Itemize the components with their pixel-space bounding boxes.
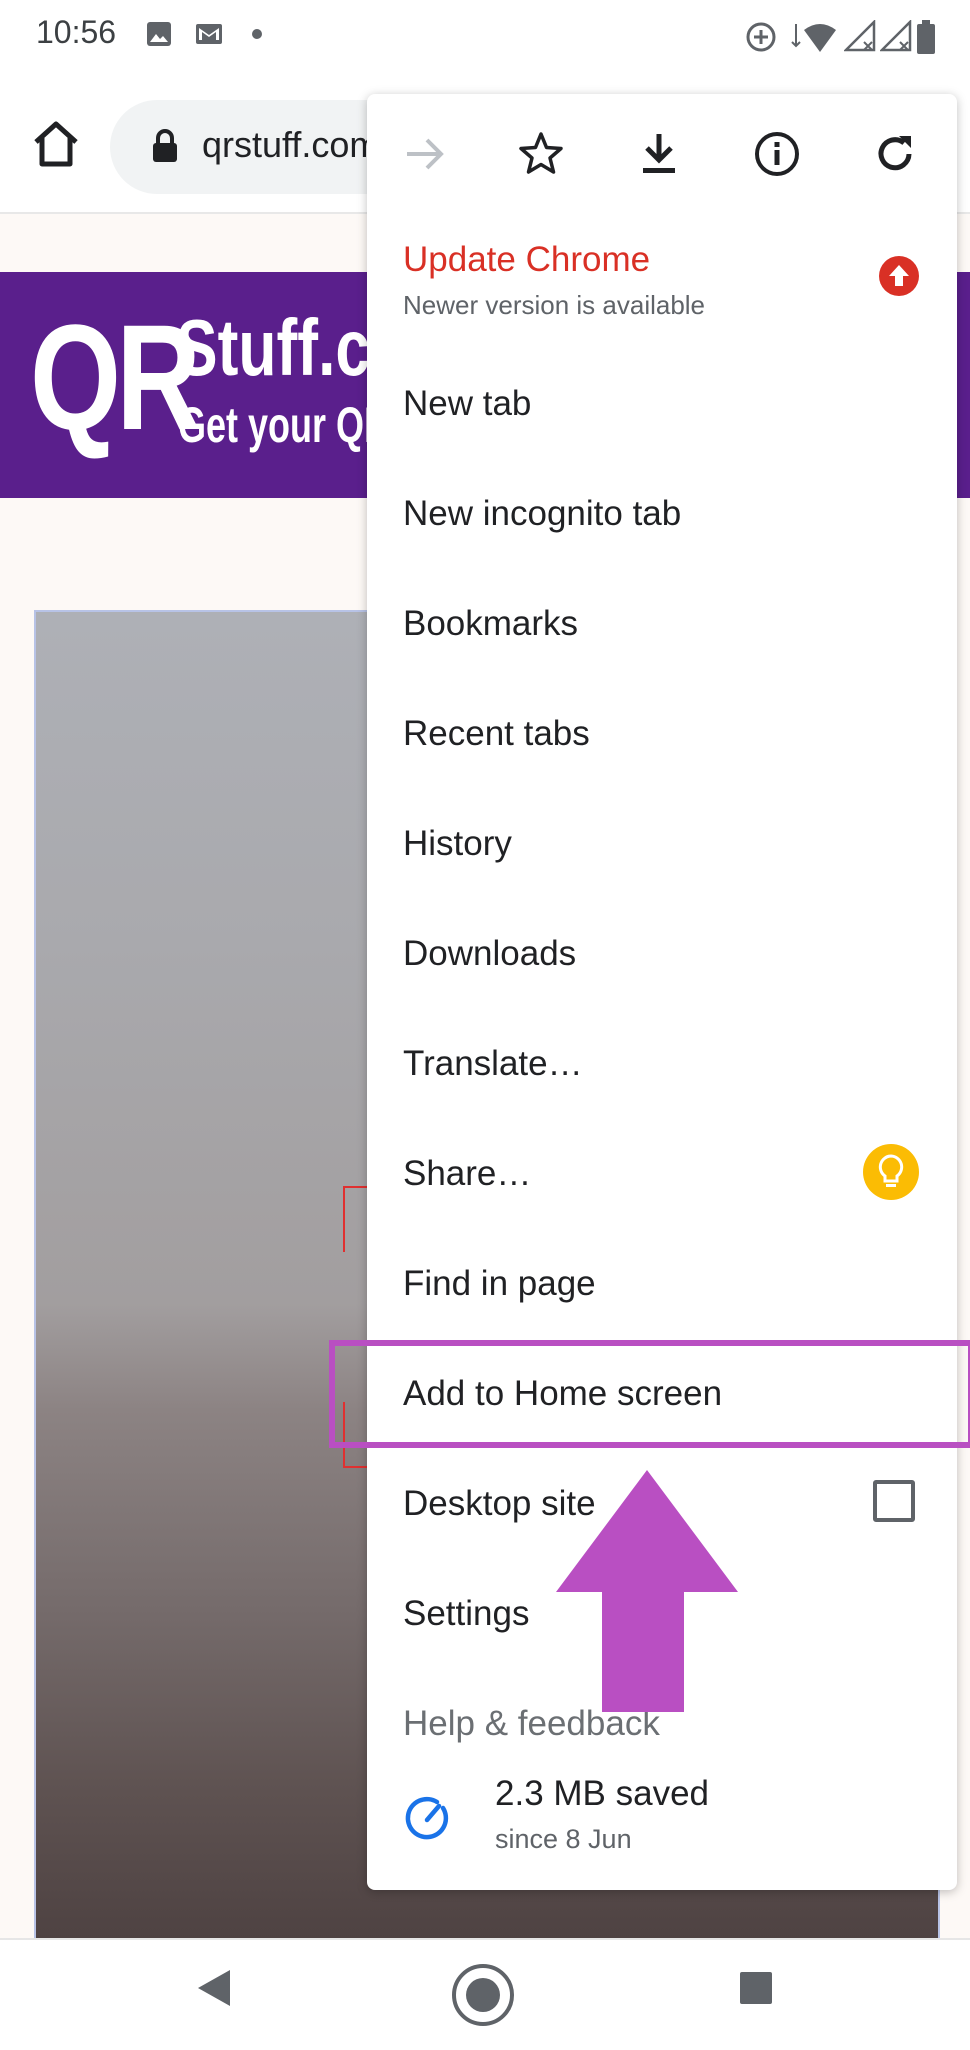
lock-icon: [153, 129, 177, 162]
highlight-box: [329, 1340, 970, 1448]
refresh-icon[interactable]: [871, 130, 919, 178]
menu-item-bookmarks[interactable]: Bookmarks: [403, 604, 578, 644]
up-arrow-annotation-icon: [556, 1470, 738, 1712]
menu-item-settings[interactable]: Settings: [403, 1594, 529, 1634]
data-saver-icon: [405, 1796, 449, 1840]
url-text: qrstuff.com: [202, 124, 380, 165]
menu-item-history[interactable]: History: [403, 824, 512, 864]
logo-qr: QR: [30, 293, 201, 461]
dot-notification-icon: [252, 29, 262, 39]
menu-item-find-in-page[interactable]: Find in page: [403, 1264, 596, 1304]
menu-item-downloads[interactable]: Downloads: [403, 934, 576, 974]
status-bar: 10:56: [0, 0, 970, 72]
wifi-icon: [791, 24, 836, 52]
desktop-site-checkbox[interactable]: [873, 1480, 915, 1522]
update-arrow-icon: [879, 256, 919, 296]
info-icon[interactable]: [753, 130, 801, 178]
gmail-notification-icon: [196, 24, 222, 44]
menu-item-recent-tabs[interactable]: Recent tabs: [403, 714, 590, 754]
menu-item-new-incognito-tab[interactable]: New incognito tab: [403, 494, 681, 534]
data-saved-since: since 8 Jun: [495, 1824, 632, 1854]
menu-item-new-tab[interactable]: New tab: [403, 384, 531, 424]
home-icon[interactable]: [28, 116, 84, 172]
recents-icon[interactable]: [736, 1968, 776, 2008]
update-chrome-subtitle: Newer version is available: [403, 290, 706, 320]
download-icon[interactable]: [635, 130, 683, 178]
menu-item-share[interactable]: Share…: [403, 1154, 531, 1194]
update-chrome-title: Update Chrome: [403, 240, 651, 279]
back-icon[interactable]: [194, 1966, 234, 2010]
signal-icon: [844, 20, 876, 52]
lightbulb-icon[interactable]: [863, 1144, 919, 1200]
menu-item-translate[interactable]: Translate…: [403, 1044, 583, 1084]
data-saver-status-icon: [746, 22, 776, 52]
signal-2-icon: [880, 20, 912, 52]
data-saved-amount: 2.3 MB saved: [495, 1774, 709, 1813]
status-time: 10:56: [36, 14, 117, 50]
home-circle-icon[interactable]: [450, 1962, 516, 2028]
forward-arrow-icon[interactable]: [401, 130, 449, 178]
gallery-notification-icon: [147, 22, 171, 46]
star-icon[interactable]: [517, 130, 565, 178]
system-nav-bar: [0, 1938, 970, 2050]
battery-icon: [917, 20, 935, 54]
